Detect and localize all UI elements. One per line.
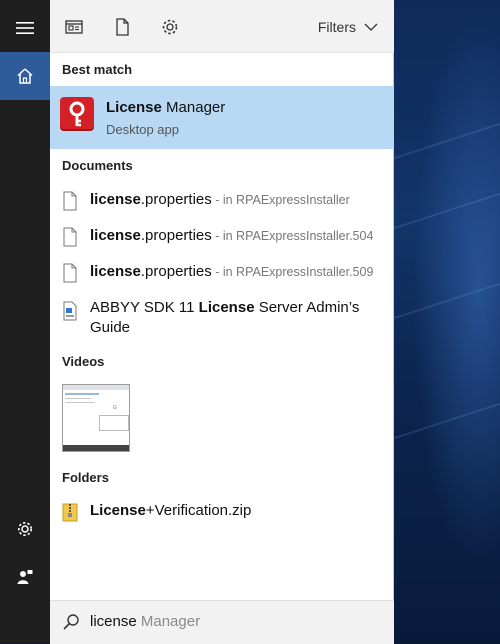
search-input[interactable]: license Manager <box>90 613 200 630</box>
folder-result-1[interactable]: License+Verification.zip <box>50 494 394 530</box>
home-icon <box>17 68 33 84</box>
hamburger-menu-button[interactable] <box>0 4 50 52</box>
key-icon <box>69 101 85 127</box>
best-match-heading: Best match <box>62 62 133 77</box>
documents-heading: Documents <box>62 158 133 173</box>
search-box[interactable]: license Manager <box>50 600 394 644</box>
apps-filter-icon[interactable] <box>64 17 84 37</box>
video-thumbnail-logo: G <box>113 405 117 411</box>
folder-result-label: License+Verification.zip <box>90 502 252 519</box>
document-icon <box>63 191 77 211</box>
document-result-label: license.properties - in RPAExpressInstal… <box>90 191 350 208</box>
desktop-background <box>394 0 500 643</box>
gear-icon <box>18 522 32 536</box>
video-result-thumbnail[interactable]: G <box>62 384 130 452</box>
hamburger-icon <box>16 22 34 34</box>
search-icon <box>63 614 79 630</box>
document-result-2[interactable]: license.properties - in RPAExpressInstal… <box>50 219 394 255</box>
settings-filter-icon[interactable] <box>160 17 180 37</box>
settings-button[interactable] <box>0 505 50 553</box>
license-manager-app-icon <box>60 97 94 131</box>
document-result-3[interactable]: license.properties - in RPAExpressInstal… <box>50 255 394 291</box>
best-match-subtitle: Desktop app <box>106 122 179 137</box>
document-result-label: ABBYY SDK 11 License Server Admin’s Guid… <box>90 299 360 336</box>
document-result-1[interactable]: license.properties - in RPAExpressInstal… <box>50 183 394 219</box>
search-toolbar: Filters <box>50 0 394 53</box>
feedback-person-icon <box>17 570 33 584</box>
videos-heading: Videos <box>62 354 105 369</box>
filters-label: Filters <box>317 19 356 35</box>
zip-folder-icon <box>62 503 78 522</box>
home-button[interactable] <box>0 52 50 100</box>
search-panel: Filters Best match License Manager Deskt… <box>50 0 394 644</box>
filters-dropdown[interactable]: Filters <box>318 19 378 35</box>
pdf-document-icon <box>63 301 77 321</box>
document-result-label: license.properties - in RPAExpressInstal… <box>90 263 374 280</box>
document-result-label: license.properties - in RPAExpressInstal… <box>90 227 374 244</box>
chevron-down-icon <box>364 23 378 31</box>
start-rail <box>0 0 50 643</box>
best-match-title: License Manager <box>106 99 226 116</box>
feedback-button[interactable] <box>0 553 50 601</box>
documents-filter-icon[interactable] <box>112 17 132 37</box>
best-match-result[interactable]: License Manager Desktop app <box>50 86 394 149</box>
document-icon <box>63 227 77 247</box>
document-icon <box>63 263 77 283</box>
folders-heading: Folders <box>62 470 109 485</box>
